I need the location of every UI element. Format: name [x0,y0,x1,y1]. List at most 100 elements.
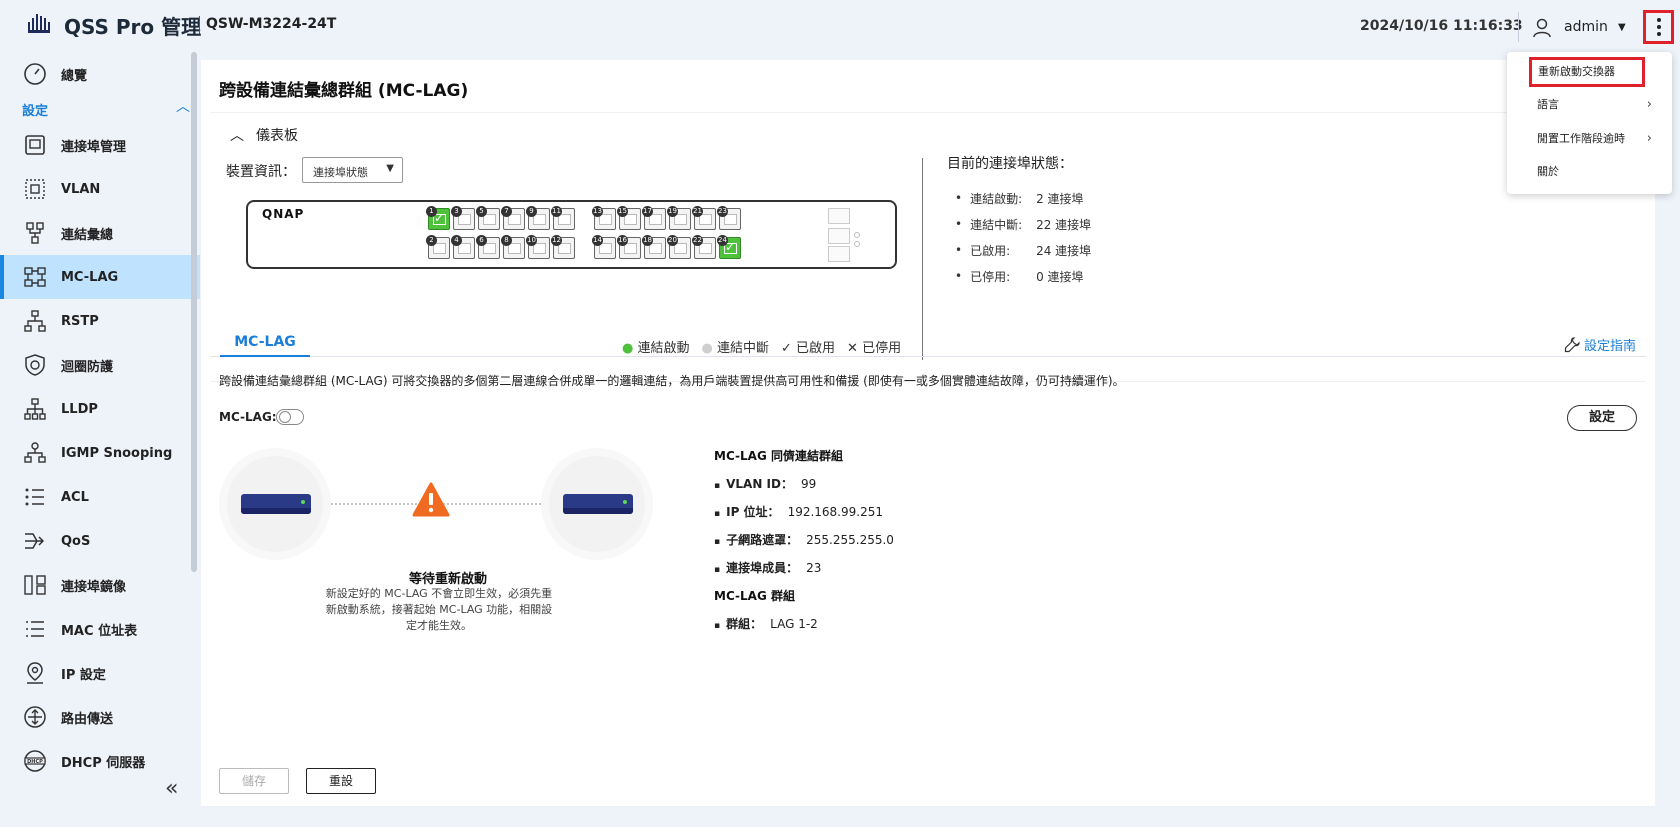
vlan-icon [22,176,48,202]
settings-button[interactable]: 設定 [1567,405,1637,431]
chevron-up-icon[interactable]: ︿ [176,96,190,116]
dashboard-toggle[interactable]: ︿ 儀表板 [230,125,298,145]
port-number: 13 [592,206,603,217]
user-icon[interactable] [1532,18,1552,38]
port-number: 14 [592,235,603,246]
port-18[interactable]: 18 [642,235,666,259]
port-19[interactable]: 19 [667,206,691,230]
port-status-title: 目前的連接埠狀態： [947,156,1073,172]
sidebar-item-link-aggregation[interactable]: 連結彙總 [0,211,200,255]
port-number: 1 [426,206,437,217]
sidebar-item-mac-table[interactable]: MAC 位址表 [0,607,200,651]
port-24[interactable]: ✓ 24 [717,235,741,259]
port-8[interactable]: 8 [501,235,525,259]
port-6[interactable]: 6 [476,235,500,259]
sidebar-item-vlan[interactable]: VLAN [0,167,200,211]
menu-item-language[interactable]: 語言 › [1507,90,1672,120]
port-3[interactable]: 3 [451,206,475,230]
port-23[interactable]: 23 [717,206,741,230]
switch-device-left [219,448,331,560]
port-11[interactable]: 11 [551,206,575,230]
port-9[interactable]: 9 [526,206,550,230]
port-number: 20 [667,235,678,246]
port-number: 2 [426,235,437,246]
dashboard-gauge-icon [22,61,48,87]
sidebar-item-port-mirroring[interactable]: 連接埠鏡像 [0,563,200,607]
setup-guide-link[interactable]: 設定指南 [1564,335,1636,354]
reset-button[interactable]: 重設 [306,768,376,794]
save-button[interactable]: 儲存 [219,768,289,794]
port-number: 3 [451,206,462,217]
port-15[interactable]: 15 [617,206,641,230]
collapse-sidebar-icon[interactable]: « [165,776,178,801]
menu-item-about[interactable]: 關於 [1507,157,1672,187]
status-enabled: 已啟用:24 連接埠 [955,237,1091,263]
port-number: 24 [717,235,728,246]
port-mirror-icon [22,572,48,598]
switch-unit-icon [563,494,633,514]
port-2[interactable]: 2 [426,235,450,259]
mclag-toggle-label: MC-LAG: [219,410,277,424]
sidebar-item-loop-protection[interactable]: 迴圈防護 [0,343,200,387]
more-menu-button[interactable] [1643,10,1674,44]
mclag-toggle-switch[interactable] [276,409,304,425]
port-7[interactable]: 7 [501,206,525,230]
sidebar-item-lldp[interactable]: LLDP [0,387,200,431]
setup-guide-label: 設定指南 [1583,339,1636,354]
port-22[interactable]: 22 [692,235,716,259]
mclag-icon [22,264,48,290]
port-number: 11 [551,206,562,217]
peer-link-heading: MC-LAG 同儕連結群組 [714,449,843,463]
sfp-slot [828,246,850,262]
device-info-select[interactable]: 連接埠狀態 ▼ [302,157,403,183]
sidebar-section-settings[interactable]: 設定 [22,100,48,119]
sidebar-item-label: LLDP [61,401,98,417]
sidebar-item-label: ACL [61,489,89,505]
sidebar-item-acl[interactable]: ACL [0,475,200,519]
sidebar-item-rstp[interactable]: RSTP [0,299,200,343]
sidebar-item-label: 迴圈防護 [61,359,114,375]
datetime: 2024/10/16 11:16:33 [1360,18,1523,34]
port-16[interactable]: 16 [617,235,641,259]
chevron-right-icon: › [1646,131,1652,146]
port-14[interactable]: 14 [592,235,616,259]
sidebar-item-label: RSTP [61,313,99,329]
port-5[interactable]: 5 [476,206,500,230]
username[interactable]: admin [1564,19,1608,35]
sidebar-item-ip-settings[interactable]: IP 設定 [0,651,200,695]
port-number: 4 [451,235,462,246]
tab-bar: MC-LAG 設定指南 [210,331,1646,357]
sidebar-item-label: 連接埠鏡像 [61,579,127,595]
sfp-slot [828,208,850,224]
user-caret-icon[interactable]: ▼ [1618,22,1626,33]
topbar-divider [1518,12,1519,42]
mclag-diagram: 等待重新啟動 新設定好的 MC-LAG 不會立即生效，必須先重新啟動系統，接著起… [219,448,653,648]
menu-item-idle-timeout[interactable]: 閒置工作階段逾時 › [1507,124,1672,154]
device-model: QSW-M3224-24T [206,16,337,32]
tab-mclag[interactable]: MC-LAG [220,331,310,357]
port-20[interactable]: 20 [667,235,691,259]
sidebar-scrollbar[interactable] [191,52,197,572]
toggle-knob [279,411,291,423]
menu-item-restart-switch[interactable]: 重新啟動交換器 [1529,57,1645,87]
port-21[interactable]: 21 [692,206,716,230]
port-12[interactable]: 12 [551,235,575,259]
qos-icon [22,528,48,554]
sidebar-item-port-management[interactable]: 連接埠管理 [0,123,200,167]
sidebar-item-mclag[interactable]: MC-LAG [0,255,200,299]
igmp-icon [22,440,48,466]
mclag-group-heading: MC-LAG 群組 [714,589,795,603]
sidebar-item-overview[interactable]: 總覽 [0,52,200,96]
port-number: 9 [526,206,537,217]
port-4[interactable]: 4 [451,235,475,259]
port-status-list: 連結啟動:2 連接埠 連結中斷:22 連接埠 已啟用:24 連接埠 已停用:0 … [955,185,1091,289]
port-10[interactable]: 10 [526,235,550,259]
port-1[interactable]: ✓ 1 [426,206,450,230]
port-17[interactable]: 17 [642,206,666,230]
sidebar-item-qos[interactable]: QoS [0,519,200,563]
sidebar-item-routing[interactable]: 路由傳送 [0,695,200,739]
port-number: 12 [551,235,562,246]
port-13[interactable]: 13 [592,206,616,230]
sidebar-item-igmp-snooping[interactable]: IGMP Snooping [0,431,200,475]
routing-icon [22,704,48,730]
